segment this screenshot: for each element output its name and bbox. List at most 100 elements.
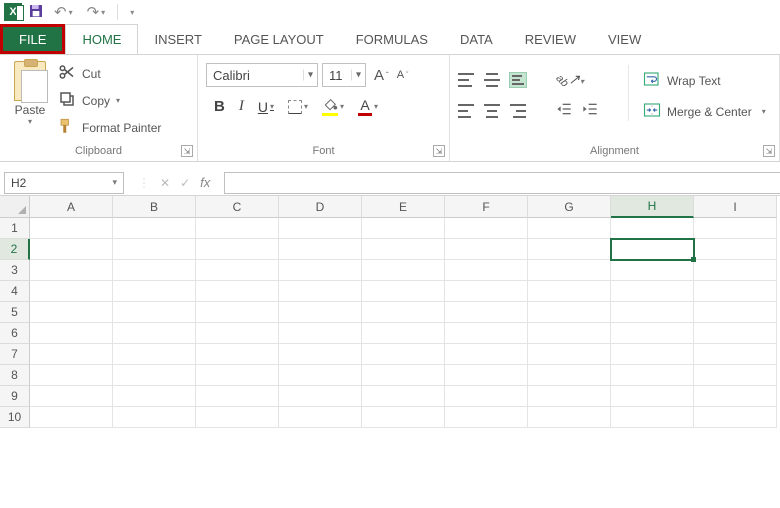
cell[interactable]	[113, 218, 196, 239]
copy-button[interactable]: Copy▾	[58, 90, 161, 111]
column-header[interactable]: A	[30, 196, 113, 218]
increase-indent-button[interactable]	[582, 102, 598, 119]
underline-button[interactable]: U▾	[258, 99, 274, 115]
column-header[interactable]: H	[611, 196, 694, 218]
row-header[interactable]: 6	[0, 323, 30, 344]
merge-center-button[interactable]: Merge & Center▾	[643, 102, 766, 121]
cell[interactable]	[279, 386, 362, 407]
cell[interactable]	[694, 407, 777, 428]
cell[interactable]	[113, 407, 196, 428]
paste-button[interactable]: Paste ▾	[8, 59, 52, 126]
cell[interactable]	[279, 302, 362, 323]
cell[interactable]	[445, 365, 528, 386]
cell[interactable]	[279, 344, 362, 365]
cell[interactable]	[196, 239, 279, 260]
cell[interactable]	[279, 239, 362, 260]
cell[interactable]	[694, 281, 777, 302]
tab-view[interactable]: VIEW	[592, 24, 657, 54]
cell[interactable]	[445, 323, 528, 344]
cell[interactable]	[611, 302, 694, 323]
column-header[interactable]: G	[528, 196, 611, 218]
cell[interactable]	[30, 302, 113, 323]
alignment-dialog-launcher[interactable]: ⇲	[763, 145, 775, 157]
cell[interactable]	[196, 302, 279, 323]
cell[interactable]	[30, 386, 113, 407]
cell[interactable]	[611, 260, 694, 281]
cell[interactable]	[113, 323, 196, 344]
cell[interactable]	[30, 260, 113, 281]
cell[interactable]	[694, 260, 777, 281]
font-name-select[interactable]: Calibri	[206, 63, 318, 87]
borders-button[interactable]: ▾	[288, 100, 308, 114]
cell[interactable]	[362, 344, 445, 365]
column-header[interactable]: E	[362, 196, 445, 218]
cell[interactable]	[113, 281, 196, 302]
formula-input[interactable]	[224, 172, 780, 194]
cell[interactable]	[445, 386, 528, 407]
cell[interactable]	[528, 365, 611, 386]
cell[interactable]	[694, 302, 777, 323]
cell[interactable]	[196, 218, 279, 239]
fill-color-button[interactable]: ▾	[322, 97, 344, 116]
cell[interactable]	[362, 218, 445, 239]
tab-formulas[interactable]: FORMULAS	[340, 24, 444, 54]
cell[interactable]	[113, 260, 196, 281]
column-header[interactable]: C	[196, 196, 279, 218]
cell[interactable]	[196, 260, 279, 281]
cell[interactable]	[113, 239, 196, 260]
cell[interactable]	[362, 302, 445, 323]
increase-font-button[interactable]: A	[374, 67, 384, 84]
column-header[interactable]: D	[279, 196, 362, 218]
row-header[interactable]: 7	[0, 344, 30, 365]
cell[interactable]	[694, 386, 777, 407]
cell[interactable]	[694, 365, 777, 386]
cell[interactable]	[445, 407, 528, 428]
cell[interactable]	[362, 407, 445, 428]
cell[interactable]	[362, 239, 445, 260]
cell[interactable]	[196, 323, 279, 344]
cell[interactable]	[611, 344, 694, 365]
cell[interactable]	[611, 365, 694, 386]
cell[interactable]	[279, 323, 362, 344]
cell[interactable]	[30, 323, 113, 344]
cell[interactable]	[445, 281, 528, 302]
cell[interactable]	[528, 281, 611, 302]
cell[interactable]	[611, 239, 694, 260]
cell[interactable]	[113, 386, 196, 407]
wrap-text-button[interactable]: Wrap Text	[643, 71, 766, 90]
tab-home[interactable]: HOME	[65, 24, 138, 54]
cell[interactable]	[30, 218, 113, 239]
font-color-button[interactable]: A ▾	[358, 97, 378, 116]
align-middle-button[interactable]	[484, 73, 500, 87]
cell[interactable]	[279, 218, 362, 239]
cell[interactable]	[113, 344, 196, 365]
cell[interactable]	[362, 386, 445, 407]
cell[interactable]	[362, 365, 445, 386]
orientation-button[interactable]: ab↗▾	[556, 71, 584, 88]
cell[interactable]	[279, 407, 362, 428]
cell[interactable]	[279, 260, 362, 281]
cell[interactable]	[694, 239, 777, 260]
customize-qat-button[interactable]: ▾	[126, 8, 138, 17]
cell[interactable]	[445, 260, 528, 281]
row-header[interactable]: 1	[0, 218, 30, 239]
cell[interactable]	[611, 386, 694, 407]
clipboard-dialog-launcher[interactable]: ⇲	[181, 145, 193, 157]
cell[interactable]	[196, 386, 279, 407]
cell[interactable]	[279, 281, 362, 302]
italic-button[interactable]: I	[239, 98, 244, 115]
cell[interactable]	[362, 281, 445, 302]
cell[interactable]	[30, 365, 113, 386]
align-top-button[interactable]	[458, 73, 474, 87]
redo-button[interactable]: ↷▾	[83, 3, 110, 21]
cell[interactable]	[30, 239, 113, 260]
cell[interactable]	[196, 344, 279, 365]
format-painter-button[interactable]: Format Painter	[58, 117, 161, 138]
row-header[interactable]: 10	[0, 407, 30, 428]
align-right-button[interactable]	[510, 104, 526, 118]
align-left-button[interactable]	[458, 104, 474, 118]
cell[interactable]	[445, 218, 528, 239]
cell[interactable]	[611, 323, 694, 344]
cell[interactable]	[694, 344, 777, 365]
row-header[interactable]: 3	[0, 260, 30, 281]
